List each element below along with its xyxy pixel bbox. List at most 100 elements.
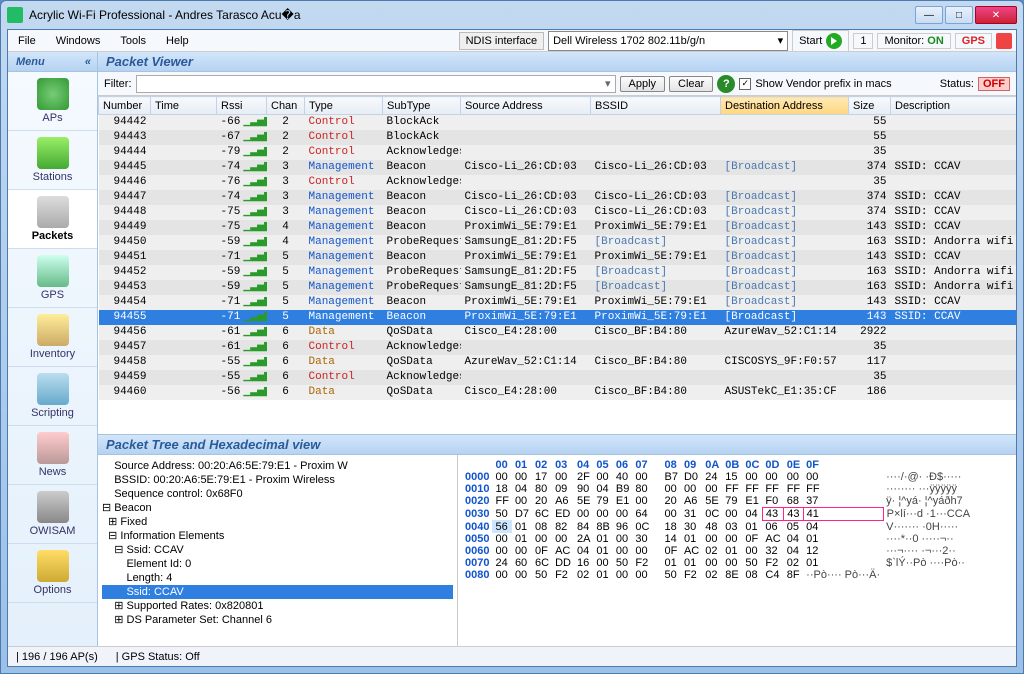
sidebar-item-options[interactable]: Options [8,544,97,603]
hex-row[interactable]: 0050000100002A010030 140100000FAC0401···… [462,533,973,545]
hex-row[interactable]: 003050D76CED00000064 00310C0004434341P×l… [462,507,973,520]
vendor-prefix-checkbox[interactable]: ✓ Show Vendor prefix in macs [739,78,891,90]
col-chan[interactable]: Chan [267,97,305,115]
col-size[interactable]: Size [849,97,891,115]
options-icon [37,550,69,582]
hex-row[interactable]: 004056010882848B960C 1830480301060504V··… [462,520,973,533]
sidebar-item-owisam[interactable]: OWISAM [8,485,97,544]
menu-windows[interactable]: Windows [46,32,111,50]
sidebar-item-gps[interactable]: GPS [8,249,97,308]
col-rssi[interactable]: Rssi [217,97,267,115]
app-icon [7,7,23,23]
tree-line[interactable]: ⊞ DS Parameter Set: Channel 6 [102,613,453,627]
table-row[interactable]: 94455-71▁▃▅▇5ManagementBeaconProximWi_5E… [99,310,1017,325]
col-description[interactable]: Description [891,97,1017,115]
sidebar-item-aps[interactable]: APs [8,72,97,131]
vendor-prefix-label: Show Vendor prefix in macs [755,78,891,90]
maximize-button[interactable]: □ [945,6,973,24]
table-row[interactable]: 94442-66▁▃▅▇2ControlBlockAck55 [99,115,1017,130]
col-number[interactable]: Number [99,97,151,115]
table-row[interactable]: 94443-67▁▃▅▇2ControlBlockAck55 [99,130,1017,145]
close-button[interactable]: ✕ [975,6,1017,24]
tree-line[interactable]: Ssid: CCAV [102,585,453,599]
minimize-button[interactable]: — [915,6,943,24]
col-subtype[interactable]: SubType [383,97,461,115]
table-row[interactable]: 94458-55▁▃▅▇6DataQoSDataAzureWav_52:C1:1… [99,355,1017,370]
col-type[interactable]: Type [305,97,383,115]
hex-view[interactable]: 0001020304050607 08090A0B0C0D0E0F0000000… [458,455,1016,646]
packet-table-scroll[interactable]: NumberTimeRssiChanTypeSubTypeSource Addr… [98,96,1016,435]
packet-tree[interactable]: Source Address: 00:20:A6:5E:79:E1 - Prox… [98,455,458,646]
titlebar: Acrylic Wi-Fi Professional - Andres Tara… [1,1,1023,29]
sidebar-item-news[interactable]: News [8,426,97,485]
col-time[interactable]: Time [151,97,217,115]
sidebar: Menu APsStationsPacketsGPSInventoryScrip… [8,52,98,646]
checkbox-icon: ✓ [739,78,751,90]
table-row[interactable]: 94448-75▁▃▅▇3ManagementBeaconCisco-Li_26… [99,205,1017,220]
sidebar-title[interactable]: Menu [8,52,97,72]
help-icon[interactable]: ? [717,75,735,93]
tree-line[interactable]: Source Address: 00:20:A6:5E:79:E1 - Prox… [102,459,453,473]
apply-button[interactable]: Apply [620,76,666,92]
viewer-title: Packet Viewer [98,52,1016,72]
tree-line[interactable]: ⊞ Supported Rates: 0x820801 [102,599,453,613]
col-destination-address[interactable]: Destination Address [721,97,849,115]
table-row[interactable]: 94454-71▁▃▅▇5ManagementBeaconProximWi_5E… [99,295,1017,310]
table-row[interactable]: 94444-79▁▃▅▇2ControlAcknowledges35 [99,145,1017,160]
count-pill: 1 [853,33,873,49]
tree-line[interactable]: Sequence control: 0x68F0 [102,487,453,501]
hex-row[interactable]: 007024606CDD160050F2 0101000050F20201$`l… [462,557,973,569]
warn-icon[interactable] [996,33,1012,49]
status-badge: OFF [978,77,1010,91]
sidebar-item-inventory[interactable]: Inventory [8,308,97,367]
status-aps: 196 / 196 AP(s) [22,651,98,663]
hex-row[interactable]: 006000000FAC04010000 0FAC020100320412···… [462,545,973,557]
menu-help[interactable]: Help [156,32,199,50]
detail-title: Packet Tree and Hexadecimal view [98,435,1016,455]
table-row[interactable]: 94460-56▁▃▅▇6DataQoSDataCisco_E4:28:00Ci… [99,385,1017,400]
menubar: FileWindowsToolsHelp NDIS interface Dell… [8,30,1016,52]
table-row[interactable]: 94445-74▁▃▅▇3ManagementBeaconCisco-Li_26… [99,160,1017,175]
stations-icon [37,137,69,169]
play-icon [826,33,842,49]
table-row[interactable]: 94451-71▁▃▅▇5ManagementBeaconProximWi_5E… [99,250,1017,265]
iface-select[interactable]: Dell Wireless 1702 802.11b/g/n [548,31,788,51]
gps-pill[interactable]: GPS [955,33,992,49]
news-icon [37,432,69,464]
table-row[interactable]: 94459-55▁▃▅▇6ControlAcknowledges35 [99,370,1017,385]
table-row[interactable]: 94447-74▁▃▅▇3ManagementBeaconCisco-Li_26… [99,190,1017,205]
menu-file[interactable]: File [8,32,46,50]
table-row[interactable]: 94453-59▁▃▅▇5ManagementProbeRequestSamsu… [99,280,1017,295]
table-row[interactable]: 94446-76▁▃▅▇3ControlAcknowledges35 [99,175,1017,190]
start-button[interactable]: Start [792,30,849,52]
tree-line[interactable]: Element Id: 0 [102,557,453,571]
inventory-icon [37,314,69,346]
hex-row[interactable]: 0000000017002F004000 B7D0241500000000···… [462,471,973,483]
filter-input[interactable] [136,75,616,93]
table-row[interactable]: 94456-61▁▃▅▇6DataQoSDataCisco_E4:28:00Ci… [99,325,1017,340]
tree-line[interactable]: ⊟ Information Elements [102,529,453,543]
tree-line[interactable]: BSSID: 00:20:A6:5E:79:E1 - Proxim Wirele… [102,473,453,487]
gps-icon [37,255,69,287]
iface-label: NDIS interface [459,32,545,50]
tree-line[interactable]: ⊟ Ssid: CCAV [102,543,453,557]
table-row[interactable]: 94452-59▁▃▅▇5ManagementProbeRequestSamsu… [99,265,1017,280]
table-row[interactable]: 94457-61▁▃▅▇6ControlAcknowledges35 [99,340,1017,355]
owisam-icon [37,491,69,523]
hex-row[interactable]: 0080000050F202010000 50F2028E08C48F··Pò·… [462,569,973,581]
col-bssid[interactable]: BSSID [591,97,721,115]
tree-line[interactable]: ⊟ Beacon [102,501,453,515]
hex-row[interactable]: 0010180480099004B980 000000FFFFFFFFFF···… [462,483,973,495]
clear-button[interactable]: Clear [669,76,713,92]
sidebar-item-scripting[interactable]: Scripting [8,367,97,426]
menu-tools[interactable]: Tools [110,32,156,50]
table-row[interactable]: 94450-59▁▃▅▇4ManagementProbeRequestSamsu… [99,235,1017,250]
sidebar-item-stations[interactable]: Stations [8,131,97,190]
sidebar-item-packets[interactable]: Packets [8,190,97,249]
tree-line[interactable]: Length: 4 [102,571,453,585]
table-row[interactable]: 94449-75▁▃▅▇4ManagementBeaconProximWi_5E… [99,220,1017,235]
scripting-icon [37,373,69,405]
tree-line[interactable]: ⊞ Fixed [102,515,453,529]
hex-row[interactable]: 0020FF0020A65E79E100 20A65E79E1F06837ÿ· … [462,495,973,508]
col-source-address[interactable]: Source Address [461,97,591,115]
